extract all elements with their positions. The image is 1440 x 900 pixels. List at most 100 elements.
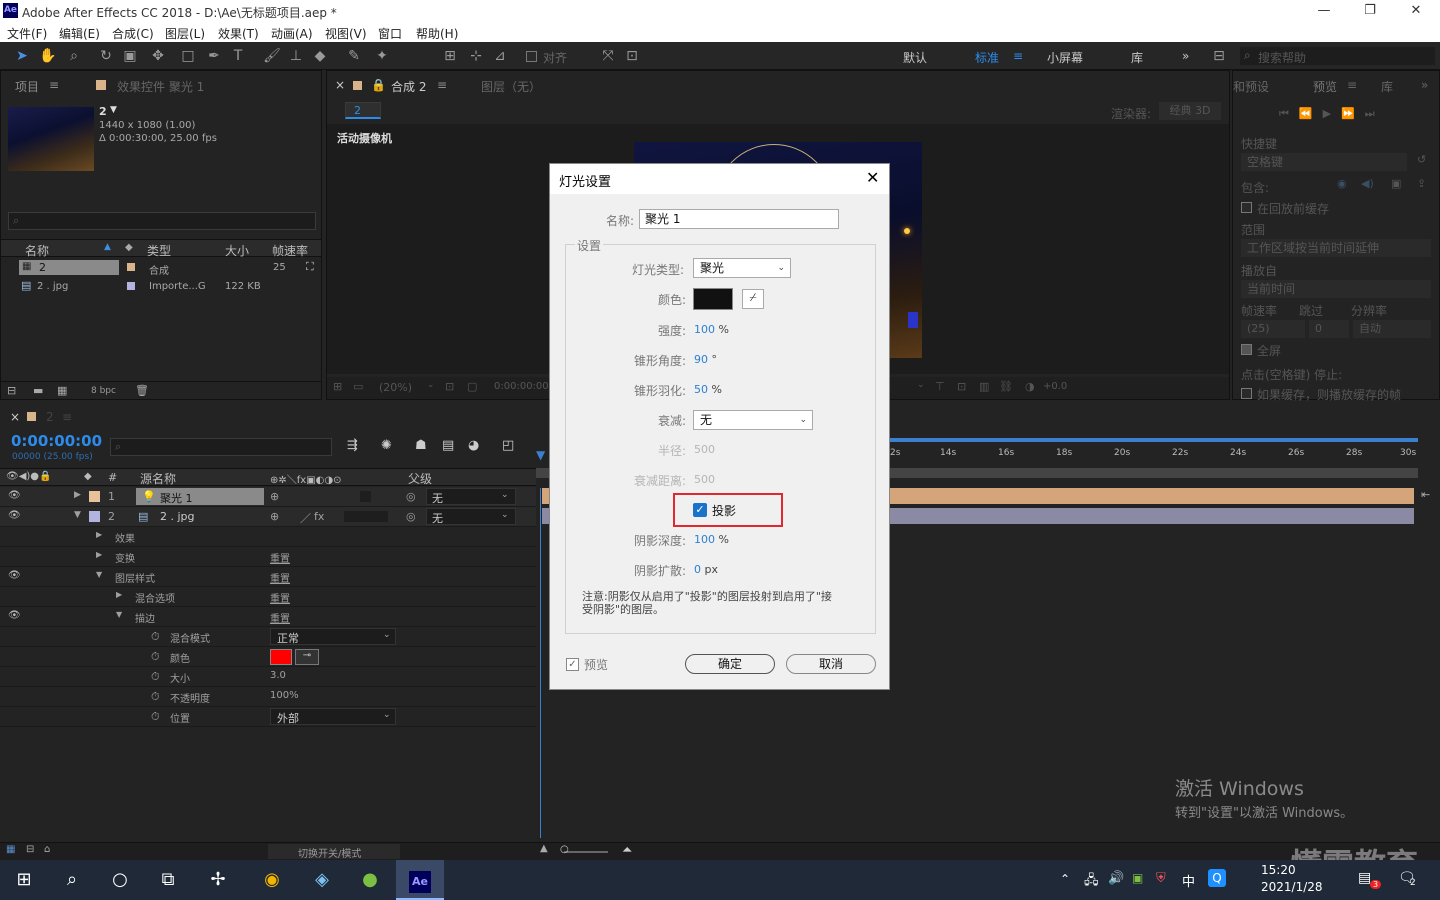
stroke-color-swatch[interactable] [270,649,292,665]
workspace-library[interactable]: 库 [1131,49,1143,66]
switches-icon[interactable]: ⊕✲＼fx▣◐◑⊙ [270,471,341,486]
play-from-select[interactable]: 当前时间 [1241,280,1431,298]
after-effects-taskbar-icon[interactable]: Ae [396,860,444,900]
toggle-switches-modes-button[interactable]: 切换开关/模式 [268,844,400,860]
reset-link[interactable]: 重置 [270,610,290,625]
next-frame-icon[interactable]: ⏩ [1341,107,1365,120]
search-help-input[interactable]: 搜索帮助 [1258,49,1306,66]
include-overlay-icon[interactable]: ▣ [1391,177,1401,190]
show-hidden-icons[interactable]: ⌃ [1060,872,1070,886]
cortana-icon[interactable]: ○ [96,860,144,900]
motion-blur-icon[interactable]: ◕ [468,438,479,453]
work-area-bar[interactable] [890,438,1418,442]
property-row[interactable]: ▶ 变换 重置 [0,547,536,567]
stopwatch-icon[interactable]: ⏱ [151,710,160,724]
rectangle-tool-icon[interactable]: □ [178,46,198,66]
reset-link[interactable]: 重置 [270,590,290,605]
project-row[interactable]: ▦ 2 合成 25 ⛶ [1,258,321,277]
property-row[interactable]: ⏱ 混合模式 正常 ⌄ [0,627,536,647]
layer-row[interactable]: 👁 ▼ 2 ▤ 2 . jpg ⊕ ／ fx ◎ 无 ⌄ [0,507,536,527]
property-row[interactable]: 👁 ▼ 描边 重置 [0,607,536,627]
property-row[interactable]: ⏱ 大小 3.0 [0,667,536,687]
menu-view[interactable]: 视图(V) [325,25,367,42]
ok-button[interactable]: 确定 [685,654,775,674]
lock-icon[interactable]: 🔒 [371,78,386,92]
property-row[interactable]: ▶ 混合选项 重置 [0,587,536,607]
bpc-label[interactable]: 8 bpc [91,386,116,396]
first-frame-icon[interactable]: ⏮ [1279,107,1299,120]
shadow-depth-value[interactable]: 100 % [694,533,729,546]
menu-file[interactable]: 文件(F) [7,25,47,42]
cast-shadows-checkbox[interactable]: ✓ [693,503,707,517]
clone-stamp-icon[interactable]: ⊥ [286,46,306,66]
light-type-select[interactable]: 聚光 ⌄ [693,258,791,278]
timeline-end-icon[interactable]: ⇤ [1421,488,1430,501]
property-row[interactable]: ⏱ 位置 外部 ⌄ [0,707,536,727]
app-notepad-icon[interactable]: ◈ [298,860,346,900]
selection-tool-icon[interactable]: ➤ [12,46,32,66]
pen-tool-icon[interactable]: ✒ [204,46,224,66]
zoom-level[interactable]: (20%) [379,381,412,394]
eyedropper-icon[interactable]: ⌿ [742,289,764,309]
interpret-footage-icon[interactable]: ⊟ [7,384,16,397]
tab-timeline-comp[interactable]: 2 [46,410,54,424]
menu-animation[interactable]: 动画(A) [271,25,313,42]
chrome-icon[interactable]: ◉ [248,860,296,900]
security-shield-icon[interactable]: ⛨ [1156,871,1166,886]
item-dropdown-icon[interactable]: ▼ [110,105,117,115]
ime-indicator[interactable]: 中 [1182,871,1195,890]
play-icon[interactable]: ▶ [1323,107,1341,120]
menu-window[interactable]: 窗口 [378,25,402,42]
menu-layer[interactable]: 图层(L) [165,25,205,42]
prev-frame-icon[interactable]: ⏪ [1299,107,1323,120]
label-tag-icon[interactable]: ◆ [84,471,92,482]
range-select[interactable]: 工作区域按当前时间延伸 [1241,239,1431,257]
layer-row[interactable]: 👁 ▶ 1 💡 聚光 1 ⊕ ◎ 无 ⌄ [0,487,536,507]
toggle-mask-icon[interactable]: ⊡ [445,380,454,393]
zoom-out-icon[interactable]: ▲ [540,843,548,854]
collapse-icon[interactable]: ▼ [96,570,102,579]
sync-icon[interactable]: ⊟ [1209,46,1229,66]
restore-icon[interactable]: ❐ [1347,0,1393,22]
hand-tool-icon[interactable]: ✋ [38,46,58,66]
chevron-down-icon[interactable]: ⌄ [917,380,925,390]
qq-icon[interactable]: Q [1208,869,1226,887]
view-axis-icon[interactable]: ⊿ [490,46,510,66]
expand-icon[interactable]: ▶ [74,490,81,500]
fullscreen-checkbox[interactable] [1241,344,1252,355]
exposure-value[interactable]: +0.0 [1043,381,1067,392]
col-source-name[interactable]: 源名称 [140,470,176,487]
layer-1-duration-bar[interactable] [890,488,1414,504]
close-tab-icon[interactable]: × [10,410,20,424]
expand-icon[interactable]: ▶ [96,550,102,559]
preview-menu-icon[interactable]: ≡ [1347,78,1357,92]
minimize-icon[interactable]: — [1301,0,1347,22]
layer-2-duration-bar[interactable] [890,508,1414,524]
reset-link[interactable]: 重置 [270,550,290,565]
search-help-box[interactable]: ⌕ 搜索帮助 [1240,47,1435,65]
task-view-icon[interactable]: ⧉ [144,860,192,900]
pick-whip-icon[interactable]: ◎ [406,490,416,503]
puppet-tool-icon[interactable]: ✦ [372,46,392,66]
tab-effect-controls[interactable]: 效果控件 聚光 1 [117,78,204,95]
eye-icon[interactable]: 👁 [8,610,21,621]
eyedropper-icon[interactable]: ⊸ [295,649,319,665]
property-row[interactable]: ▶ 效果 [0,527,536,547]
exposure-icon[interactable]: ◑ [1025,380,1035,393]
close-icon[interactable]: ✕ [866,168,879,187]
switch-boxes[interactable] [344,511,388,522]
stopwatch-icon[interactable]: ⏱ [151,690,160,704]
light-name-input[interactable]: 聚光 1 [639,209,839,229]
parent-select[interactable]: 无 ⌄ [426,488,516,505]
light-color-swatch[interactable] [693,288,733,310]
blend-mode-select[interactable]: 正常 ⌄ [270,628,396,645]
opacity-value[interactable]: 100% [270,690,299,701]
label-tag-icon[interactable]: ◆ [125,242,133,253]
av-features-icon[interactable]: 👁◀)●🔒 [6,471,51,482]
expand-icon[interactable]: ▶ [116,590,122,599]
comp-flowchart-icon[interactable]: ⇶ [347,438,358,453]
col-name[interactable]: 名称 [25,242,49,259]
windows-start-icon[interactable]: ⊞ [0,860,48,900]
comp-menu-icon[interactable]: ≡ [437,78,447,92]
chevron-down-icon[interactable]: ⌄ [427,380,435,390]
